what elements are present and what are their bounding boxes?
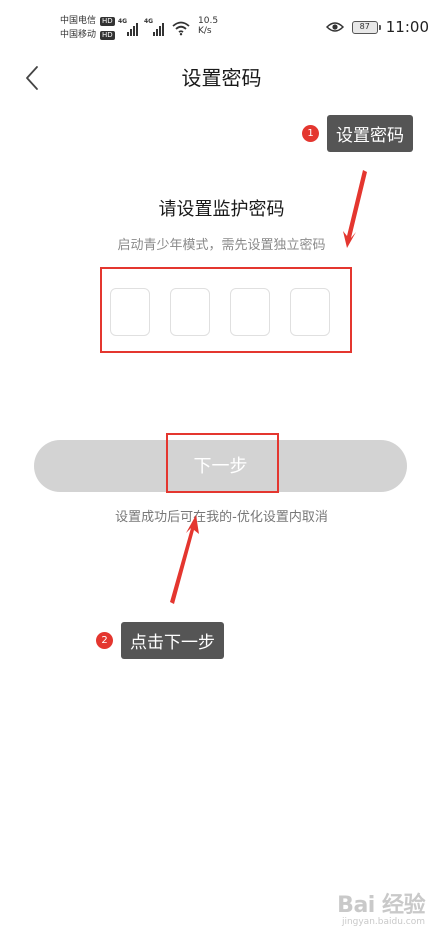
pin-input-4[interactable]: [290, 288, 330, 336]
carrier-1-label: 中国电信: [60, 16, 97, 26]
callout-label: 点击下一步: [121, 622, 224, 659]
eye-icon: [325, 22, 344, 32]
callout-1: 1 设置密码: [302, 115, 413, 152]
watermark: Bai 经验 jingyan.baidu.com: [337, 887, 425, 927]
next-highlight-box: [166, 433, 279, 493]
callout-number: 1: [302, 125, 319, 142]
carrier-info: 中国电信 HD 中国移动 HD: [60, 14, 115, 42]
status-bar: 中国电信 HD 中国移动 HD 4G 4G 10.5 K/s 87 11:00: [0, 0, 443, 52]
arrow-2-icon: [170, 515, 199, 604]
hd-badge: HD: [100, 30, 115, 40]
hd-badge: HD: [100, 16, 115, 26]
carrier-2-label: 中国移动: [60, 30, 97, 40]
battery-icon: 87: [351, 20, 381, 34]
watermark-logo: Bai 经验: [337, 893, 425, 918]
signal-icon: 4G: [118, 18, 138, 36]
net-speed-unit: K/s: [198, 26, 212, 36]
page-title: 设置密码: [181, 66, 262, 90]
net-speed-value: 10.5: [198, 16, 219, 26]
pin-input-3[interactable]: [230, 288, 270, 336]
callout-number: 2: [96, 632, 113, 649]
section-heading: 请设置监护密码: [158, 199, 285, 220]
hint-text: 设置成功后可在我的-优化设置内取消: [115, 510, 328, 525]
wifi-icon: [172, 21, 190, 36]
pin-input-1[interactable]: [110, 288, 150, 336]
net-speed: 10.5 K/s: [198, 16, 218, 36]
network-tag: 4G: [144, 18, 154, 25]
callout-label: 设置密码: [327, 115, 413, 152]
callout-2: 2 点击下一步: [96, 622, 224, 659]
section-subheading: 启动青少年模式，需先设置独立密码: [117, 238, 326, 253]
network-tag: 4G: [118, 18, 128, 25]
pin-input-2[interactable]: [170, 288, 210, 336]
signal-group: 4G 4G 10.5 K/s: [118, 16, 218, 36]
signal-icon: 4G: [144, 18, 164, 36]
clock: 11:00: [385, 18, 429, 36]
watermark-url: jingyan.baidu.com: [341, 917, 425, 927]
status-right: 87 11:00: [325, 18, 429, 36]
